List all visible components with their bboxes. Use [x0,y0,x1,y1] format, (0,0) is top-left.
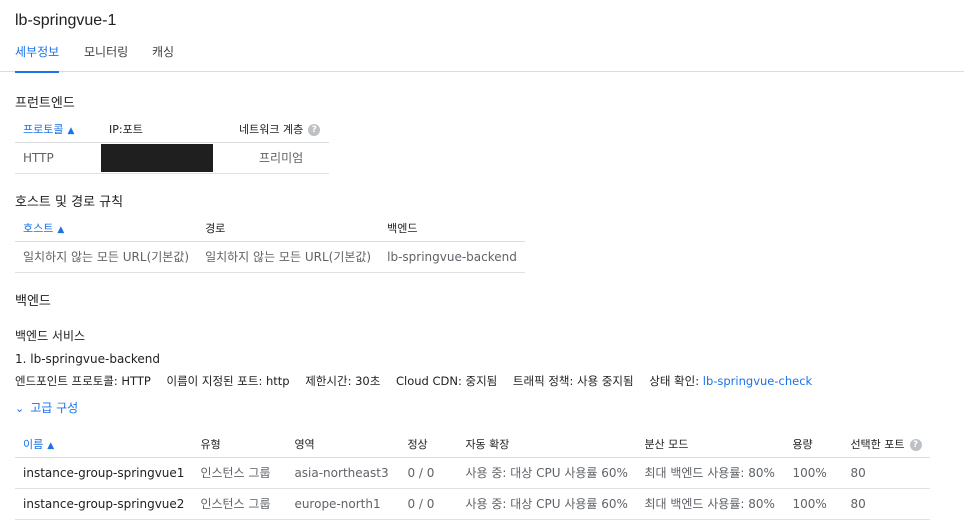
tab-bar: 세부정보 모니터링 캐싱 [0,40,964,73]
page-title: lb-springvue-1 [15,12,117,29]
detail-traffic-policy: 트래픽 정책: 사용 중지됨 [512,374,634,388]
cell-capacity: 100% [784,488,843,520]
host-rules-table: 호스트 ▲ 경로 백엔드 일치하지 않는 모든 URL(기본값) 일치하지 않는 … [15,215,525,273]
cell-healthy: 0 / 0 [399,488,458,520]
detail-protocol: 엔드포인트 프로토콜: HTTP [15,374,151,388]
health-check-link[interactable]: lb-springvue-check [703,374,812,388]
tab-monitoring[interactable]: 모니터링 [84,44,128,72]
cell-type: 인스턴스 그룹 [192,457,287,489]
column-network-tier: 네트워크 계층? [231,116,329,143]
column-capacity: 용량 [784,431,843,458]
backend-instances-table: 이름 ▲ 유형 영역 정상 자동 확장 분산 모드 용량 선택한 포트? inst… [15,431,930,520]
column-ip-port: IP:포트 [101,116,231,143]
cell-path: 일치하지 않는 모든 URL(기본값) [197,241,380,273]
backend-heading: 백엔드 [15,294,51,309]
table-row: 일치하지 않는 모든 URL(기본값) 일치하지 않는 모든 URL(기본값) … [15,241,525,273]
column-healthy: 정상 [399,431,458,458]
cell-type: 인스턴스 그룹 [192,488,287,520]
backend-services-label: 백엔드 서비스 [15,329,86,343]
detail-health-check: 상태 확인: lb-springvue-check [649,374,813,388]
redacted-ip [101,143,213,172]
column-autoscale: 자동 확장 [457,431,637,458]
column-backend: 백엔드 [379,215,525,242]
column-host[interactable]: 호스트 ▲ [15,215,198,242]
tab-details[interactable]: 세부정보 [15,44,60,73]
backend-details: 엔드포인트 프로토콜: HTTP 이름이 지정된 포트: http 제한시간: … [15,373,812,389]
table-row: HTTP 프리미엄 [15,142,329,174]
table-row: instance-group-springvue2 인스턴스 그룹 europe… [15,488,930,520]
cell-port: 80 [842,457,930,489]
cell-zone: asia-northeast3 [286,457,400,489]
chevron-down-icon: ⌄ [15,402,25,415]
sort-up-icon: ▲ [57,224,65,235]
cell-name: instance-group-springvue2 [15,488,193,520]
cell-host: 일치하지 않는 모든 URL(기본값) [15,241,198,273]
detail-cloud-cdn: Cloud CDN: 중지됨 [395,374,498,388]
table-row: instance-group-springvue1 인스턴스 그룹 asia-n… [15,457,930,489]
detail-timeout: 제한시간: 30초 [305,374,381,388]
tab-caching[interactable]: 캐싱 [152,44,174,72]
cell-port: 80 [842,488,930,520]
advanced-config-toggle[interactable]: ⌄ 고급 구성 [15,399,78,416]
cell-tier: 프리미엄 [231,142,329,174]
cell-mode: 최대 백엔드 사용률: 80% [636,457,785,489]
cell-autoscale: 사용 중: 대상 CPU 사용률 60% [457,457,637,489]
cell-healthy: 0 / 0 [399,457,458,489]
cell-autoscale: 사용 중: 대상 CPU 사용률 60% [457,488,637,520]
column-path: 경로 [197,215,380,242]
cell-name: instance-group-springvue1 [15,457,193,489]
column-protocol[interactable]: 프로토콜 ▲ [15,116,101,143]
frontend-heading: 프런트엔드 [15,96,75,111]
detail-named-port: 이름이 지정된 포트: http [166,374,290,388]
cell-mode: 최대 백엔드 사용률: 80% [636,488,785,520]
help-icon[interactable]: ? [308,123,321,136]
cell-zone: europe-north1 [286,488,400,520]
help-icon[interactable]: ? [909,438,922,451]
cell-protocol: HTTP [15,142,101,174]
cell-capacity: 100% [784,457,843,489]
backend-service-name: 1. lb-springvue-backend [15,352,161,366]
column-balancing-mode: 분산 모드 [636,431,785,458]
column-type: 유형 [192,431,287,458]
cell-backend: lb-springvue-backend [379,241,525,273]
column-zone: 영역 [286,431,400,458]
frontend-table: 프로토콜 ▲ IP:포트 네트워크 계층? HTTP 프리미엄 [15,116,329,174]
column-selected-port: 선택한 포트? [842,431,930,458]
cell-ip-port [101,142,231,174]
host-rules-heading: 호스트 및 경로 규칙 [15,195,124,210]
sort-up-icon: ▲ [67,125,75,136]
column-name[interactable]: 이름 ▲ [15,431,193,458]
sort-up-icon: ▲ [47,440,55,451]
